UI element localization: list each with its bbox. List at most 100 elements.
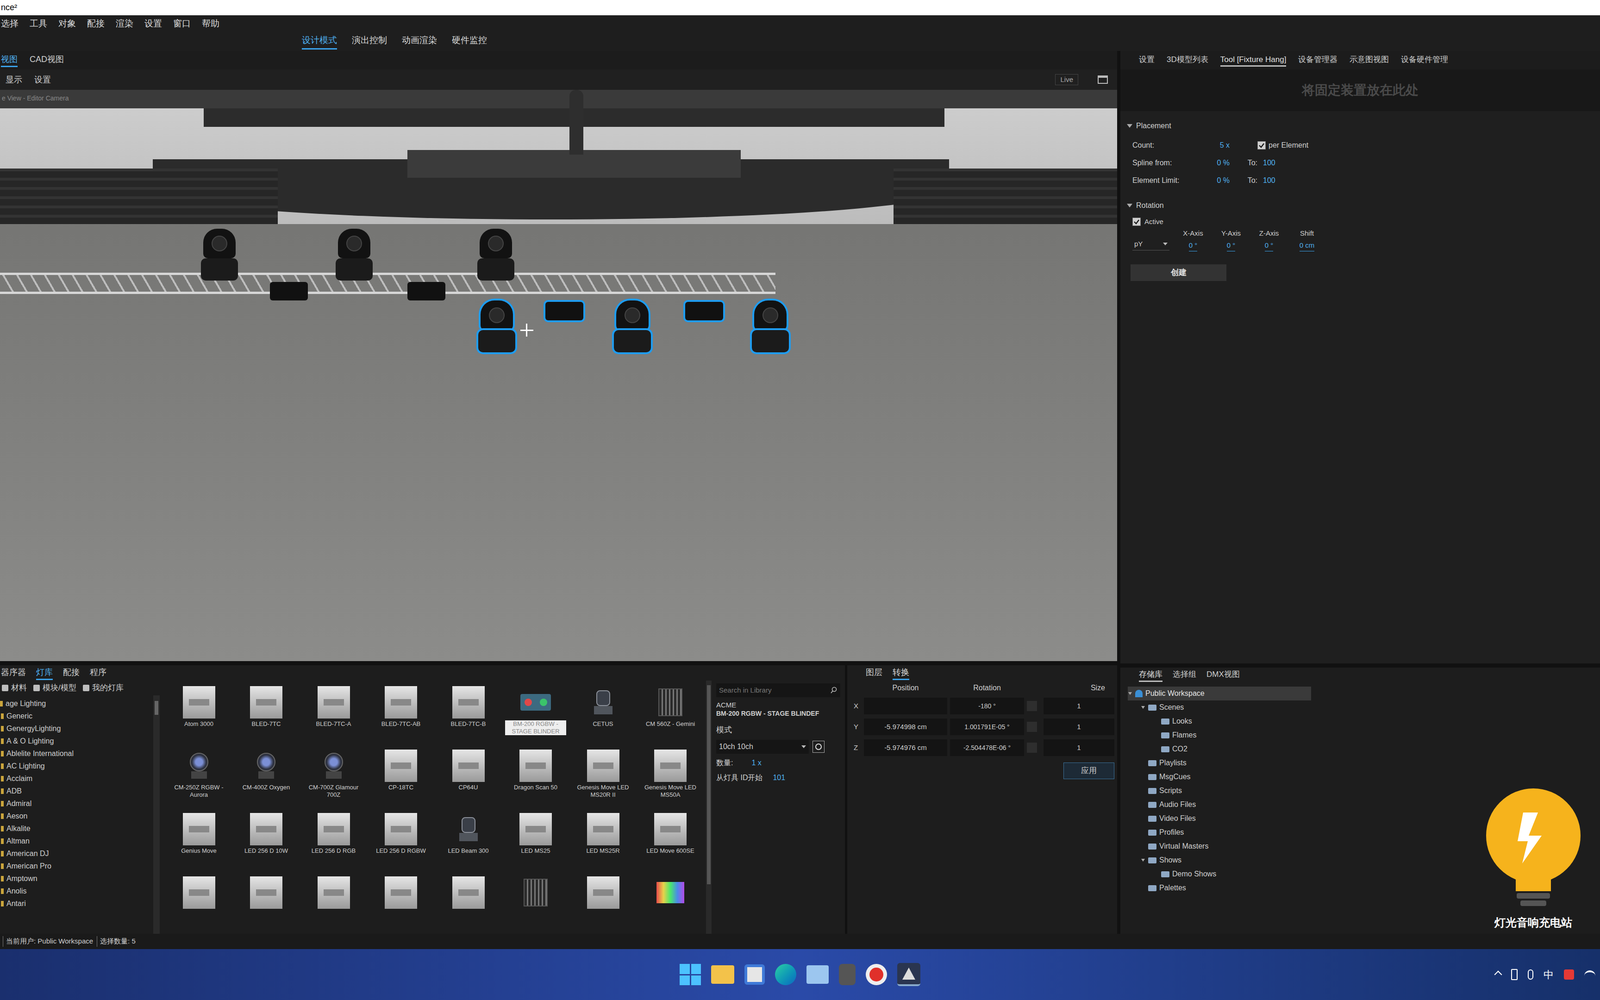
start-id-value[interactable]: 101 bbox=[772, 772, 786, 784]
fixture-tile[interactable]: Dragon Scan 50 bbox=[504, 749, 568, 810]
fixture-tile[interactable]: CM-250Z RGBW - Aurora bbox=[167, 749, 231, 810]
lock-toggle[interactable] bbox=[1026, 742, 1038, 753]
lock-toggle[interactable] bbox=[1026, 700, 1038, 712]
view-tab[interactable]: 视图 bbox=[0, 53, 18, 68]
apply-button[interactable]: 应用 bbox=[1063, 762, 1115, 780]
tree-item[interactable]: Playlists bbox=[1127, 756, 1312, 770]
fixture-tile[interactable]: BLED-7TC-AB bbox=[369, 686, 433, 746]
fixture-tile[interactable]: CETUS bbox=[571, 686, 635, 746]
manufacturer-item[interactable]: American DJ bbox=[0, 847, 154, 860]
fixture-tile[interactable]: Genesis Move LED MS50A bbox=[638, 749, 703, 810]
fixture-tile[interactable] bbox=[504, 876, 568, 914]
limit-from-field[interactable]: 0 % bbox=[1201, 175, 1230, 187]
fixture-tile[interactable]: LED Beam 300 bbox=[436, 812, 500, 873]
axis-value-field[interactable]: 0 ° bbox=[1264, 240, 1274, 252]
library-tab[interactable]: 配接 bbox=[62, 666, 80, 681]
tree-item[interactable]: Demo Shows bbox=[1127, 867, 1312, 882]
manufacturer-item[interactable]: GenergyLighting bbox=[0, 722, 154, 735]
tree-item[interactable]: CO2 bbox=[1127, 742, 1312, 757]
fixture-tile[interactable]: CM-700Z Glamour 700Z bbox=[301, 749, 366, 810]
ime-indicator[interactable]: 中 bbox=[1543, 967, 1554, 983]
view-toolbar-item[interactable]: 显示 bbox=[5, 73, 23, 87]
library-tab[interactable]: 器序器 bbox=[0, 666, 26, 681]
fixture-tile[interactable]: Atom 3000 bbox=[167, 686, 231, 746]
capture-icon[interactable] bbox=[897, 962, 921, 987]
count-value[interactable]: 1 x bbox=[751, 757, 762, 769]
viewport-3d[interactable]: e View - Editor Camera bbox=[0, 89, 1118, 662]
fixture-tile[interactable]: BLED-7TC bbox=[234, 686, 299, 746]
transform-tab[interactable]: 转换 bbox=[892, 666, 910, 681]
right-tab[interactable]: Tool [Fixture Hang] bbox=[1220, 53, 1287, 68]
create-button[interactable]: 创建 bbox=[1130, 264, 1227, 282]
tree-item[interactable]: Palettes bbox=[1127, 881, 1312, 895]
library-toolbar-item[interactable]: 我的灯库 bbox=[82, 681, 124, 694]
tree-item[interactable]: Scripts bbox=[1127, 783, 1312, 798]
scrollbar[interactable] bbox=[153, 695, 160, 934]
mode-select[interactable]: 10ch 10ch bbox=[716, 739, 809, 754]
limit-to-field[interactable]: 100 bbox=[1257, 175, 1588, 187]
menu-item[interactable]: 配接 bbox=[87, 17, 105, 31]
count-field[interactable]: 5 x bbox=[1201, 139, 1230, 151]
tree-item[interactable]: Video Files bbox=[1127, 811, 1312, 826]
fixture-tile[interactable]: Genius Move bbox=[167, 812, 231, 873]
fixture-tile[interactable]: LED MS25 bbox=[504, 812, 568, 873]
manufacturer-item[interactable]: Amptown bbox=[0, 872, 154, 885]
right-tab[interactable]: 设备硬件管理 bbox=[1400, 53, 1449, 68]
fixture-tile[interactable]: LED 256 D RGB bbox=[301, 812, 366, 873]
rotation-field[interactable]: 1.001791E-05 ° bbox=[950, 718, 1025, 736]
drop-zone[interactable]: 将固定装置放在此处 bbox=[1120, 69, 1600, 112]
manufacturer-item[interactable]: Aeson bbox=[0, 809, 154, 823]
fixture-tile[interactable]: BLED-7TC-A bbox=[301, 686, 366, 746]
tree-item[interactable]: MsgCues bbox=[1127, 769, 1312, 784]
fixture-tile[interactable]: BM-200 RGBW - STAGE BLINDER bbox=[504, 686, 568, 746]
lock-toggle[interactable] bbox=[1026, 721, 1038, 732]
fixture-tile[interactable] bbox=[234, 876, 299, 914]
spline-to-field[interactable]: 100 bbox=[1257, 157, 1588, 169]
fixture-tile[interactable]: LED 256 D RGBW bbox=[369, 812, 433, 873]
edge-icon[interactable] bbox=[775, 963, 797, 986]
library-toolbar-item[interactable]: 模块/模型 bbox=[33, 681, 77, 694]
view-tab[interactable]: CAD视图 bbox=[29, 53, 64, 68]
size-field[interactable]: 1 bbox=[1043, 697, 1115, 715]
size-field[interactable]: 1 bbox=[1043, 718, 1115, 736]
manufacturer-item[interactable]: Ablelite International bbox=[0, 747, 154, 760]
start-icon[interactable] bbox=[679, 963, 701, 986]
fixture-tile[interactable]: BLED-7TC-B bbox=[436, 686, 500, 746]
fixture-tile[interactable] bbox=[167, 876, 231, 914]
tree-item[interactable]: Audio Files bbox=[1127, 797, 1312, 812]
fixture-tile[interactable] bbox=[369, 876, 433, 914]
mode-tab[interactable]: 硬件监控 bbox=[451, 33, 488, 50]
fixture-tile[interactable] bbox=[571, 876, 635, 914]
right-tab[interactable]: 示意图视图 bbox=[1349, 53, 1389, 68]
per-element-checkbox[interactable] bbox=[1257, 141, 1266, 150]
manufacturer-item[interactable]: American Pro bbox=[0, 859, 154, 873]
fixture-tile[interactable]: CP64U bbox=[436, 749, 500, 810]
rotation-field[interactable]: -2.504478E-06 ° bbox=[950, 739, 1025, 757]
axis-select[interactable]: pY bbox=[1132, 238, 1170, 251]
manufacturer-item[interactable]: Altman bbox=[0, 834, 154, 848]
manufacturer-item[interactable]: Generic bbox=[0, 709, 154, 723]
menu-item[interactable]: 对象 bbox=[58, 17, 76, 31]
grid-scrollbar[interactable] bbox=[706, 680, 712, 934]
manufacturer-item[interactable]: Admiral bbox=[0, 797, 154, 810]
storage-tab[interactable]: 存储库 bbox=[1138, 668, 1163, 682]
rotation-header[interactable]: Rotation bbox=[1120, 200, 1600, 212]
placement-header[interactable]: Placement bbox=[1120, 120, 1600, 132]
fixture-tile[interactable] bbox=[638, 876, 703, 914]
fixture-tile[interactable] bbox=[301, 876, 366, 914]
tree-item[interactable]: Shows bbox=[1127, 853, 1312, 868]
size-field[interactable]: 1 bbox=[1043, 739, 1115, 757]
storage-tab[interactable]: 选择组 bbox=[1172, 668, 1197, 682]
right-tab[interactable]: 3D模型列表 bbox=[1166, 53, 1209, 68]
axis-value-field[interactable]: 0 cm bbox=[1299, 240, 1315, 252]
manufacturer-item[interactable]: A & O Lighting bbox=[0, 734, 154, 748]
maximize-icon[interactable] bbox=[1097, 75, 1108, 84]
record-icon[interactable] bbox=[865, 963, 888, 986]
manufacturer-item[interactable]: AC Lighting bbox=[0, 759, 154, 773]
info-icon[interactable] bbox=[812, 740, 825, 753]
fixture-tile[interactable]: LED MS25R bbox=[571, 812, 635, 873]
manufacturer-item[interactable]: age Lighting bbox=[0, 697, 154, 710]
fixture-tile[interactable]: CM-400Z Oxygen bbox=[234, 749, 299, 810]
active-checkbox[interactable] bbox=[1132, 217, 1141, 226]
fixture-tile[interactable] bbox=[436, 876, 500, 914]
